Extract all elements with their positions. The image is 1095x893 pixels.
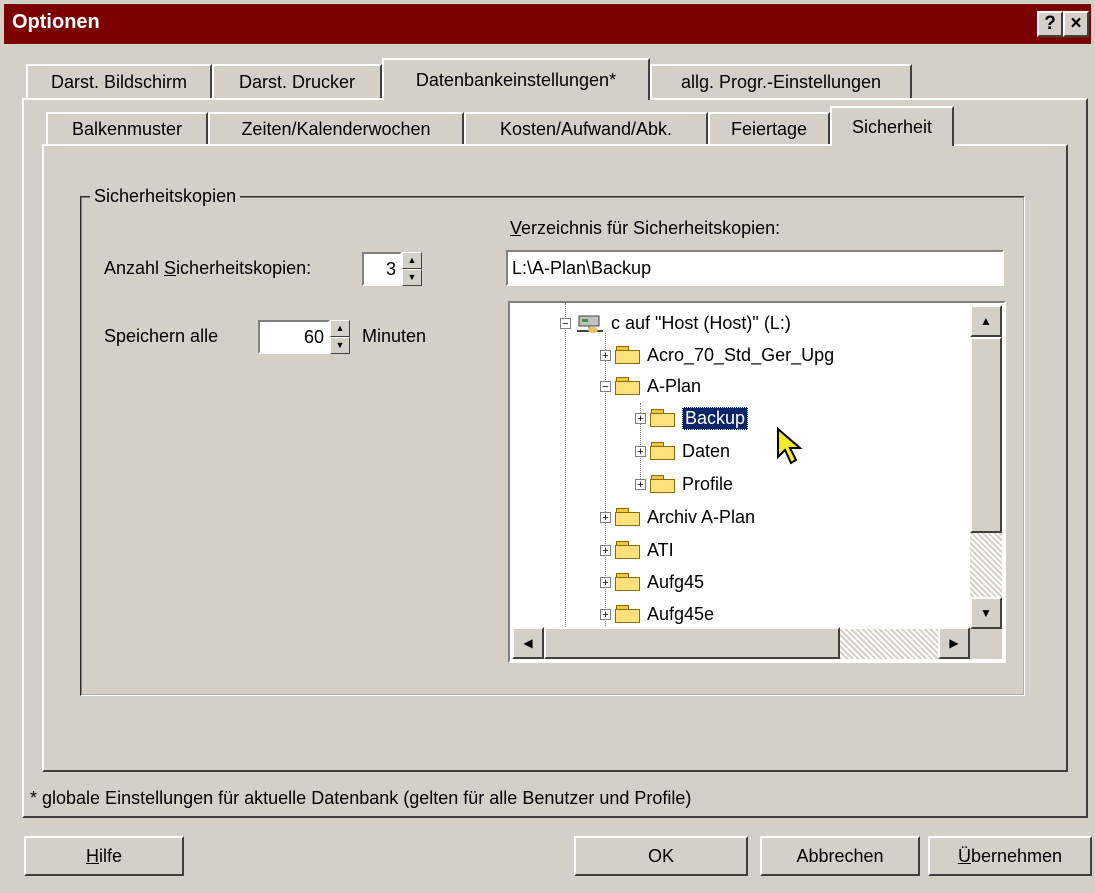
collapse-icon[interactable]: − xyxy=(560,317,571,329)
save-interval-input[interactable]: 60 xyxy=(258,320,330,354)
subtab-kosten-aufwand[interactable]: Kosten/Aufwand/Abk. xyxy=(464,112,708,144)
help-button[interactable]: Hilfe xyxy=(24,836,184,876)
folder-icon xyxy=(615,507,641,527)
options-dialog: Optionen ? × Darst. Bildschirm Darst. Dr… xyxy=(0,0,1095,893)
folder-icon xyxy=(615,540,641,560)
group-legend: Sicherheitskopien xyxy=(90,186,241,207)
scroll-right-arrow-icon[interactable]: ▶ xyxy=(938,627,970,659)
tree-item[interactable]: + Aufg45e xyxy=(600,599,714,629)
count-up-arrow-icon[interactable]: ▲ xyxy=(402,252,422,269)
folder-icon xyxy=(650,474,676,494)
close-button[interactable]: × xyxy=(1063,11,1089,37)
save-up-arrow-icon[interactable]: ▲ xyxy=(330,320,350,337)
folder-icon xyxy=(615,572,641,592)
horizontal-scroll-thumb[interactable] xyxy=(544,627,840,659)
network-drive-icon xyxy=(575,313,605,333)
expand-icon[interactable]: + xyxy=(635,445,646,457)
save-interval-spinner[interactable]: ▲ ▼ xyxy=(330,320,350,354)
footnote: * globale Einstellungen für aktuelle Dat… xyxy=(30,788,692,808)
ok-button[interactable]: OK xyxy=(574,836,748,876)
folder-icon xyxy=(650,441,676,461)
title-bar[interactable]: Optionen ? × xyxy=(4,4,1091,44)
tree-item[interactable]: + Acro_70_Std_Ger_Upg xyxy=(600,340,834,370)
tree-label: Acro_70_Std_Ger_Upg xyxy=(647,344,835,365)
expand-icon[interactable]: + xyxy=(600,576,611,588)
backup-directory-input[interactable]: L:\A-Plan\Backup xyxy=(506,250,1004,286)
tree-label: A-Plan xyxy=(647,375,702,396)
scroll-left-arrow-icon[interactable]: ◀ xyxy=(512,627,544,659)
scroll-corner xyxy=(970,629,1002,659)
tree-item[interactable]: + ATI xyxy=(600,535,674,565)
expand-icon[interactable]: + xyxy=(635,478,646,490)
expand-icon[interactable]: + xyxy=(600,349,611,361)
tab-allg-progr-einstellungen[interactable]: allg. Progr.-Einstellungen xyxy=(650,64,912,98)
scroll-down-arrow-icon[interactable]: ▼ xyxy=(970,597,1002,629)
collapse-icon[interactable]: − xyxy=(600,380,611,392)
save-down-arrow-icon[interactable]: ▼ xyxy=(330,337,350,354)
folder-icon xyxy=(615,345,641,365)
tree-label: Archiv A-Plan xyxy=(647,506,756,527)
tree-label: ATI xyxy=(647,539,674,560)
tree-item[interactable]: + Profile xyxy=(635,469,733,499)
tab-darst-bildschirm[interactable]: Darst. Bildschirm xyxy=(26,64,212,98)
tree-label: c auf "Host (Host)" (L:) xyxy=(611,312,791,333)
expand-icon[interactable]: + xyxy=(600,544,611,556)
count-input[interactable]: 3 xyxy=(362,252,402,286)
tree-item[interactable]: − c auf "Host (Host)" (L:) xyxy=(560,308,791,338)
folder-icon xyxy=(615,376,641,396)
tab-darst-drucker[interactable]: Darst. Drucker xyxy=(212,64,382,98)
cancel-button[interactable]: Abbrechen xyxy=(760,836,920,876)
window-title: Optionen xyxy=(12,11,100,33)
folder-icon xyxy=(615,604,641,624)
subtab-feiertage[interactable]: Feiertage xyxy=(708,112,830,144)
tree-item[interactable]: + Aufg45 xyxy=(600,567,704,597)
apply-button[interactable]: Übernehmen xyxy=(928,836,1092,876)
dir-label: Verzeichnis für Sicherheitskopien: xyxy=(510,218,781,238)
tree-label: Aufg45 xyxy=(647,571,705,592)
folder-open-icon xyxy=(650,408,676,428)
folder-tree[interactable]: − c auf "Host (Host)" (L:) + Acro_70_Std… xyxy=(510,303,1004,661)
expand-icon[interactable]: + xyxy=(600,608,611,620)
count-spinner[interactable]: ▲ ▼ xyxy=(402,252,422,286)
tree-label: Aufg45e xyxy=(647,603,715,624)
subtab-sicherheit[interactable]: Sicherheit xyxy=(830,106,954,146)
expand-icon[interactable]: + xyxy=(600,511,611,523)
tree-item[interactable]: − A-Plan xyxy=(600,371,701,401)
count-label: Anzahl Sicherheitskopien: xyxy=(104,258,312,278)
mouse-cursor-icon xyxy=(777,427,803,465)
count-down-arrow-icon[interactable]: ▼ xyxy=(402,269,422,286)
tree-label: Backup xyxy=(682,406,749,430)
save-label: Speichern alle xyxy=(104,326,219,346)
subtab-zeiten-kalenderwochen[interactable]: Zeiten/Kalenderwochen xyxy=(208,112,464,144)
save-unit-label: Minuten xyxy=(362,326,427,346)
tree-label: Daten xyxy=(682,440,731,461)
tree-item[interactable]: + Archiv A-Plan xyxy=(600,502,755,532)
tree-item[interactable]: + Daten xyxy=(635,436,730,466)
tree-item-selected[interactable]: + Backup xyxy=(635,403,749,433)
tab-datenbankeinstellungen[interactable]: Datenbankeinstellungen* xyxy=(382,58,650,100)
subtab-balkenmuster[interactable]: Balkenmuster xyxy=(46,112,208,144)
expand-icon[interactable]: + xyxy=(635,412,646,424)
scroll-up-arrow-icon[interactable]: ▲ xyxy=(970,305,1002,337)
help-title-button[interactable]: ? xyxy=(1037,11,1063,37)
vertical-scroll-thumb[interactable] xyxy=(970,337,1002,533)
tree-label: Profile xyxy=(682,473,734,494)
